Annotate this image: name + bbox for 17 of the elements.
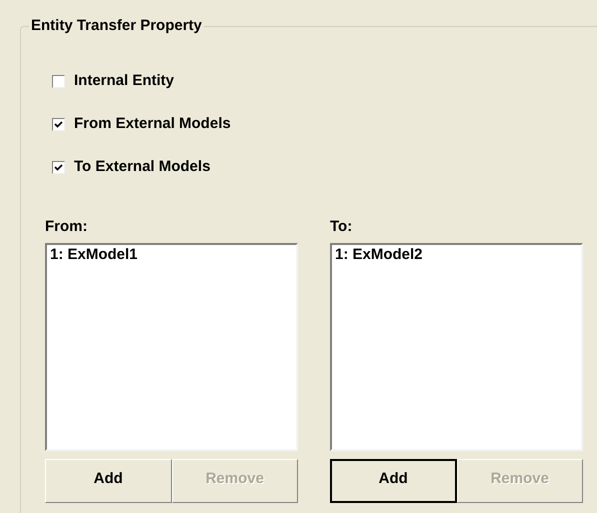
checkbox-label: To External Models: [74, 156, 210, 177]
group-title: Entity Transfer Property: [29, 16, 204, 36]
add-button[interactable]: Add: [45, 459, 172, 503]
list-box[interactable]: 1: ExModel1: [45, 243, 298, 451]
checkmark-icon: [54, 162, 63, 172]
checkbox-label: From External Models: [74, 114, 231, 134]
add-button[interactable]: Add: [330, 459, 456, 503]
list-label: From:: [45, 217, 88, 237]
list-item[interactable]: 1: ExModel2: [335, 246, 578, 264]
checkbox[interactable]: [52, 160, 65, 174]
checkbox[interactable]: [52, 74, 65, 88]
list-label: To:: [330, 217, 354, 237]
checkbox[interactable]: [52, 118, 65, 130]
list-box[interactable]: 1: ExModel2: [330, 243, 583, 451]
checkbox-label: Internal Entity: [74, 70, 174, 91]
list-item[interactable]: 1: ExModel1: [50, 246, 293, 264]
checkmark-icon: [54, 120, 63, 128]
